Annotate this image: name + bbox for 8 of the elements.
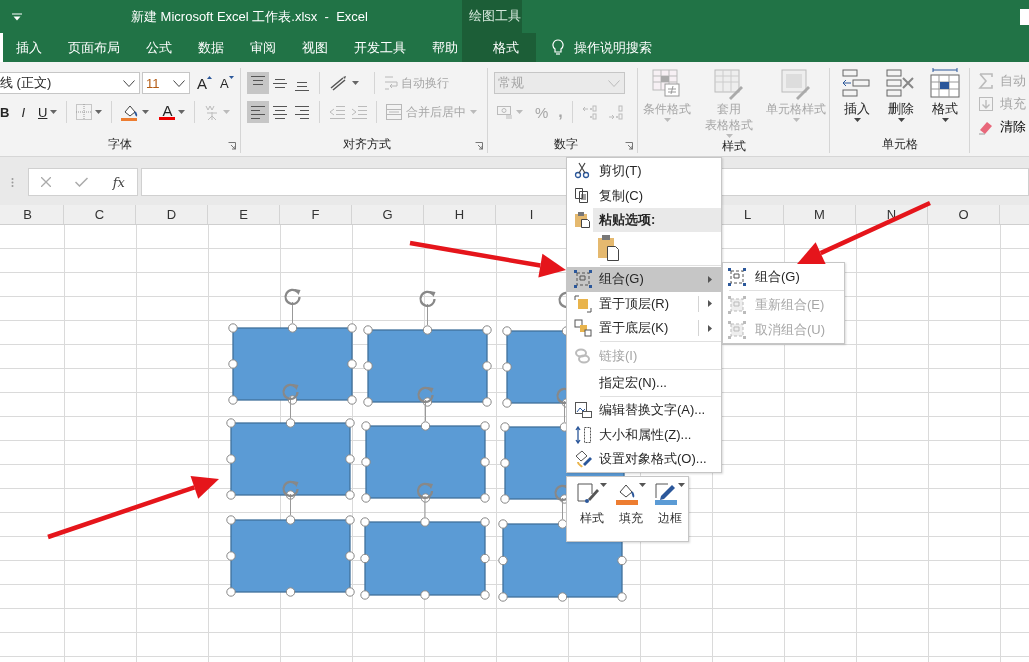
context-tab-label: 绘图工具 [469,7,521,25]
group-label: 数字 [553,135,578,153]
window-title: 新建 Microsoft Excel 工作表.xlsx - Excel [131,8,368,26]
group-label: 样式 [721,138,746,155]
group-label: 单元格 [881,135,918,153]
menu-section-heading: 粘贴选项: [593,207,721,232]
group-label: 字体 [108,135,132,153]
group-label: 对齐方式 [343,135,391,153]
